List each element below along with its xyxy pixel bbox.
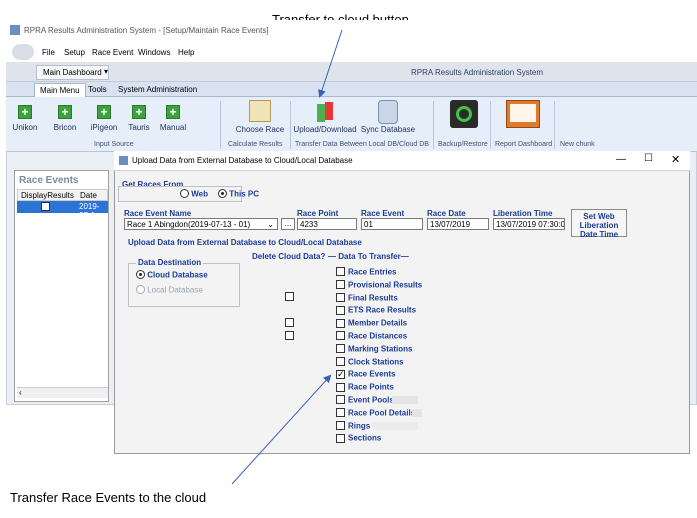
arrow-to-race-events bbox=[231, 374, 332, 485]
annotation-race-events-cloud: Transfer Race Events to the cloud bbox=[10, 490, 207, 505]
annotation-arrows bbox=[231, 29, 343, 485]
arrow-to-upload-button bbox=[318, 29, 343, 98]
